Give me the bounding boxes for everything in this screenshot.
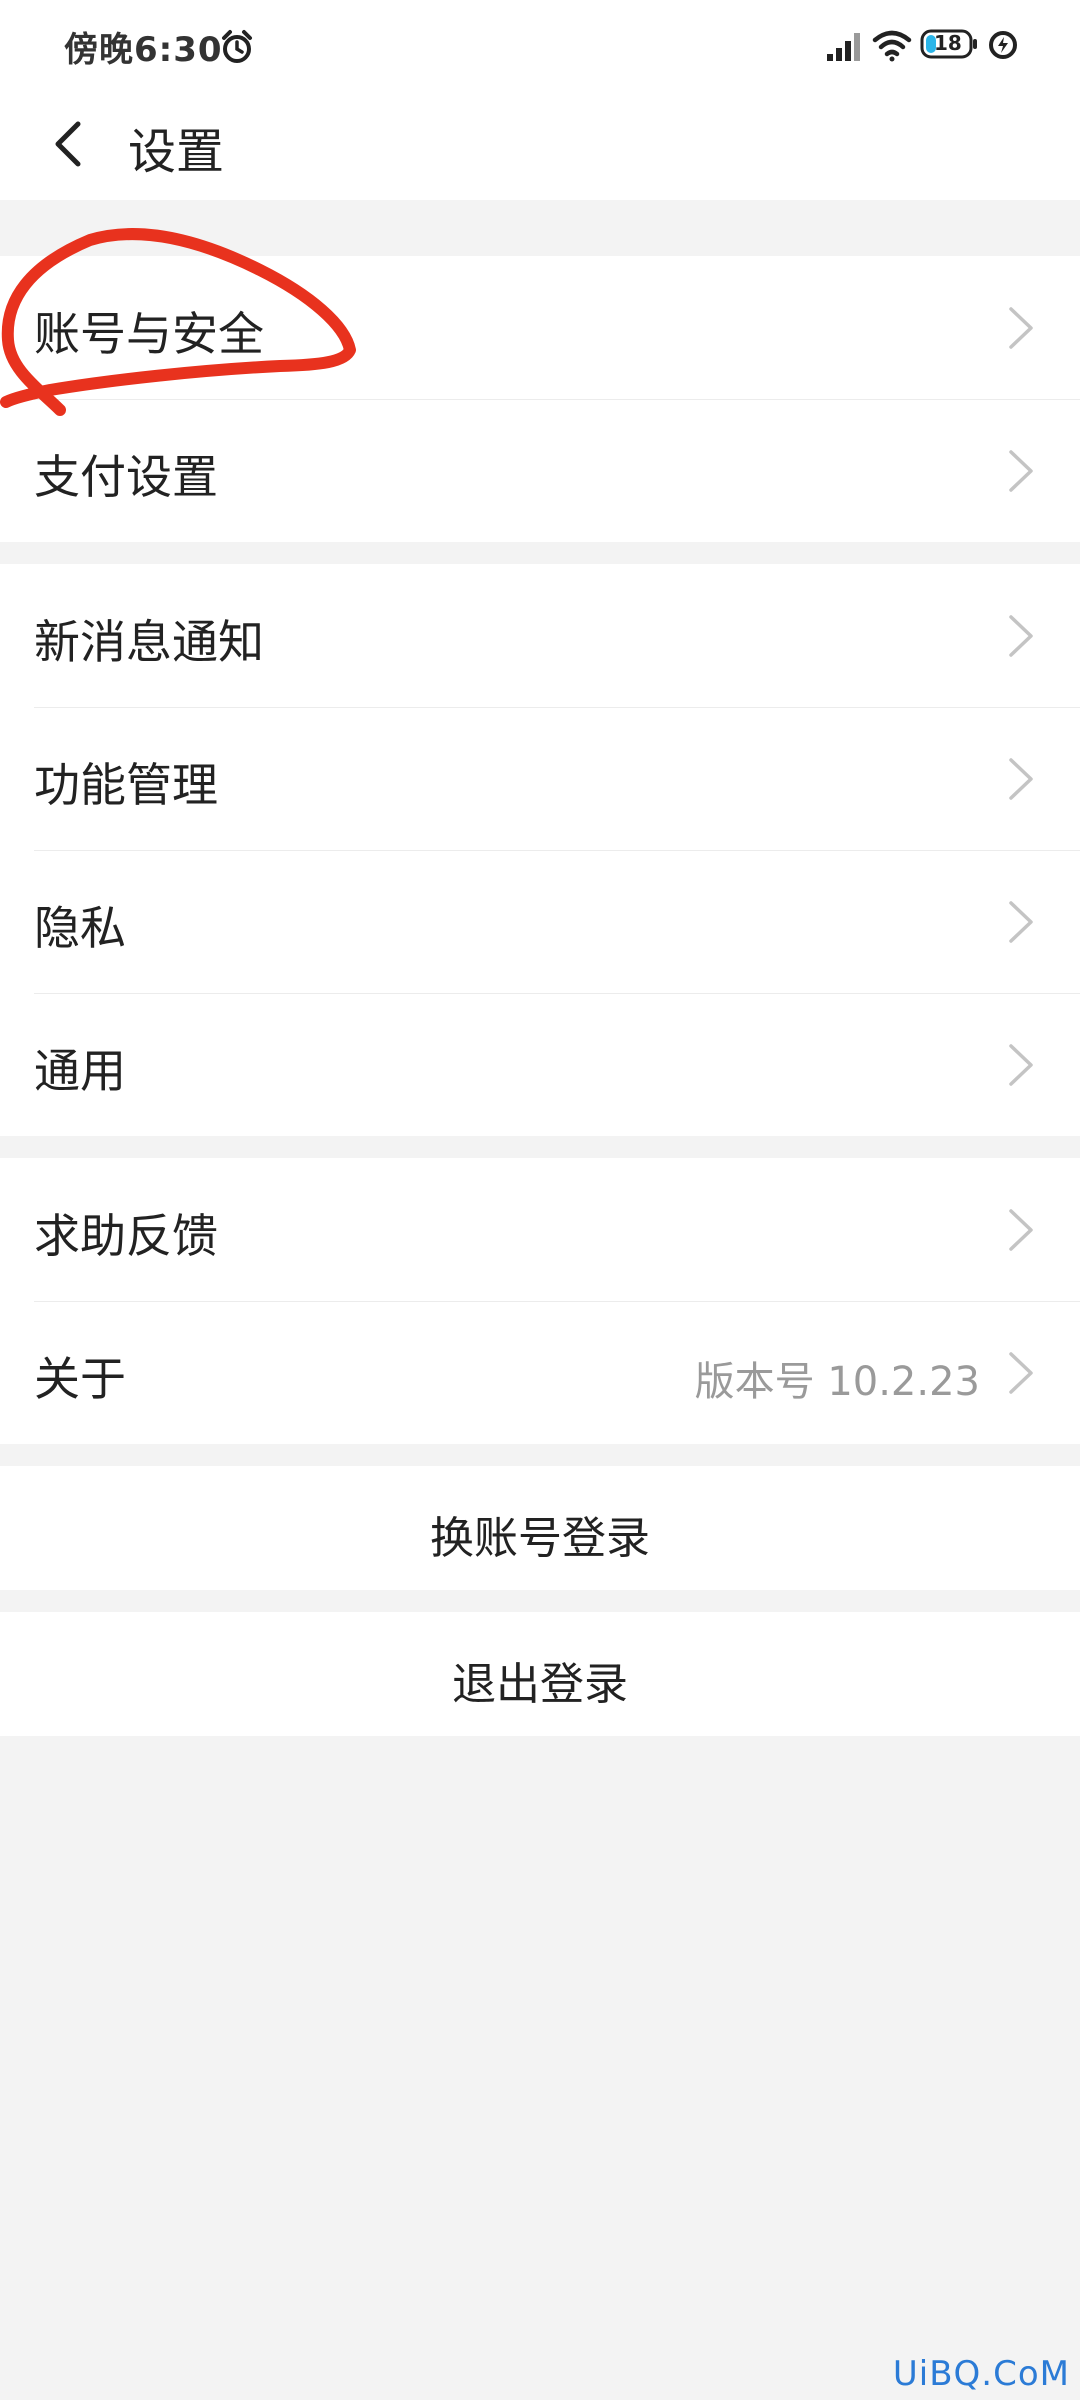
- chevron-right-icon: [1009, 307, 1033, 349]
- settings-item-features[interactable]: 功能管理: [0, 707, 1080, 850]
- status-bar: 傍晚6:30 18: [0, 0, 1080, 92]
- logout-button[interactable]: 退出登录: [0, 1612, 1080, 1736]
- back-arrow-icon: [55, 121, 81, 167]
- charging-icon: [989, 31, 1017, 59]
- alarm-icon: [222, 30, 252, 63]
- settings-item-label: 支付设置: [34, 450, 218, 504]
- settings-screen: 傍晚6:30 18 设置 账号与安全 支付设置 新消息通知 功能管理 隐私 通用…: [0, 0, 1080, 2400]
- status-time: 傍晚6:30: [64, 30, 223, 70]
- wifi-icon: [872, 30, 912, 62]
- logout-label: 退出登录: [452, 1659, 628, 1710]
- red-annotation-scribble: [0, 228, 356, 416]
- settings-item-label: 通用: [34, 1044, 126, 1098]
- settings-item-label: 隐私: [34, 901, 126, 955]
- switch-account-button[interactable]: 换账号登录: [0, 1466, 1080, 1590]
- chevron-right-icon: [1009, 1209, 1033, 1251]
- chevron-right-icon: [1009, 1352, 1033, 1394]
- settings-item-label: 求助反馈: [34, 1209, 218, 1263]
- settings-item-privacy[interactable]: 隐私: [0, 850, 1080, 993]
- switch-account-label: 换账号登录: [430, 1513, 650, 1564]
- chevron-right-icon: [1009, 450, 1033, 492]
- chevron-right-icon: [1009, 615, 1033, 657]
- settings-item-label: 新消息通知: [34, 615, 264, 669]
- chevron-right-icon: [1009, 758, 1033, 800]
- settings-item-label: 关于: [34, 1352, 126, 1406]
- signal-icon: [827, 33, 860, 61]
- chevron-right-icon: [1009, 1044, 1033, 1086]
- settings-item-label: 功能管理: [34, 758, 218, 812]
- settings-item-payment[interactable]: 支付设置: [0, 399, 1080, 542]
- chevron-right-icon: [1009, 901, 1033, 943]
- settings-group-general: 新消息通知 功能管理 隐私 通用: [0, 564, 1080, 1136]
- settings-group-help: 求助反馈 关于 版本号 10.2.23: [0, 1158, 1080, 1444]
- settings-item-notifications[interactable]: 新消息通知: [0, 564, 1080, 707]
- back-button[interactable]: [36, 102, 124, 190]
- app-header: 设置: [0, 92, 1080, 200]
- settings-item-general[interactable]: 通用: [0, 993, 1080, 1136]
- settings-item-feedback[interactable]: 求助反馈: [0, 1158, 1080, 1301]
- watermark: UiBQ.CoM: [892, 2354, 1070, 2394]
- battery-level: 18: [934, 31, 962, 55]
- version-number: 版本号 10.2.23: [694, 1359, 980, 1405]
- page-title: 设置: [128, 124, 225, 180]
- settings-item-about[interactable]: 关于 版本号 10.2.23: [0, 1301, 1080, 1444]
